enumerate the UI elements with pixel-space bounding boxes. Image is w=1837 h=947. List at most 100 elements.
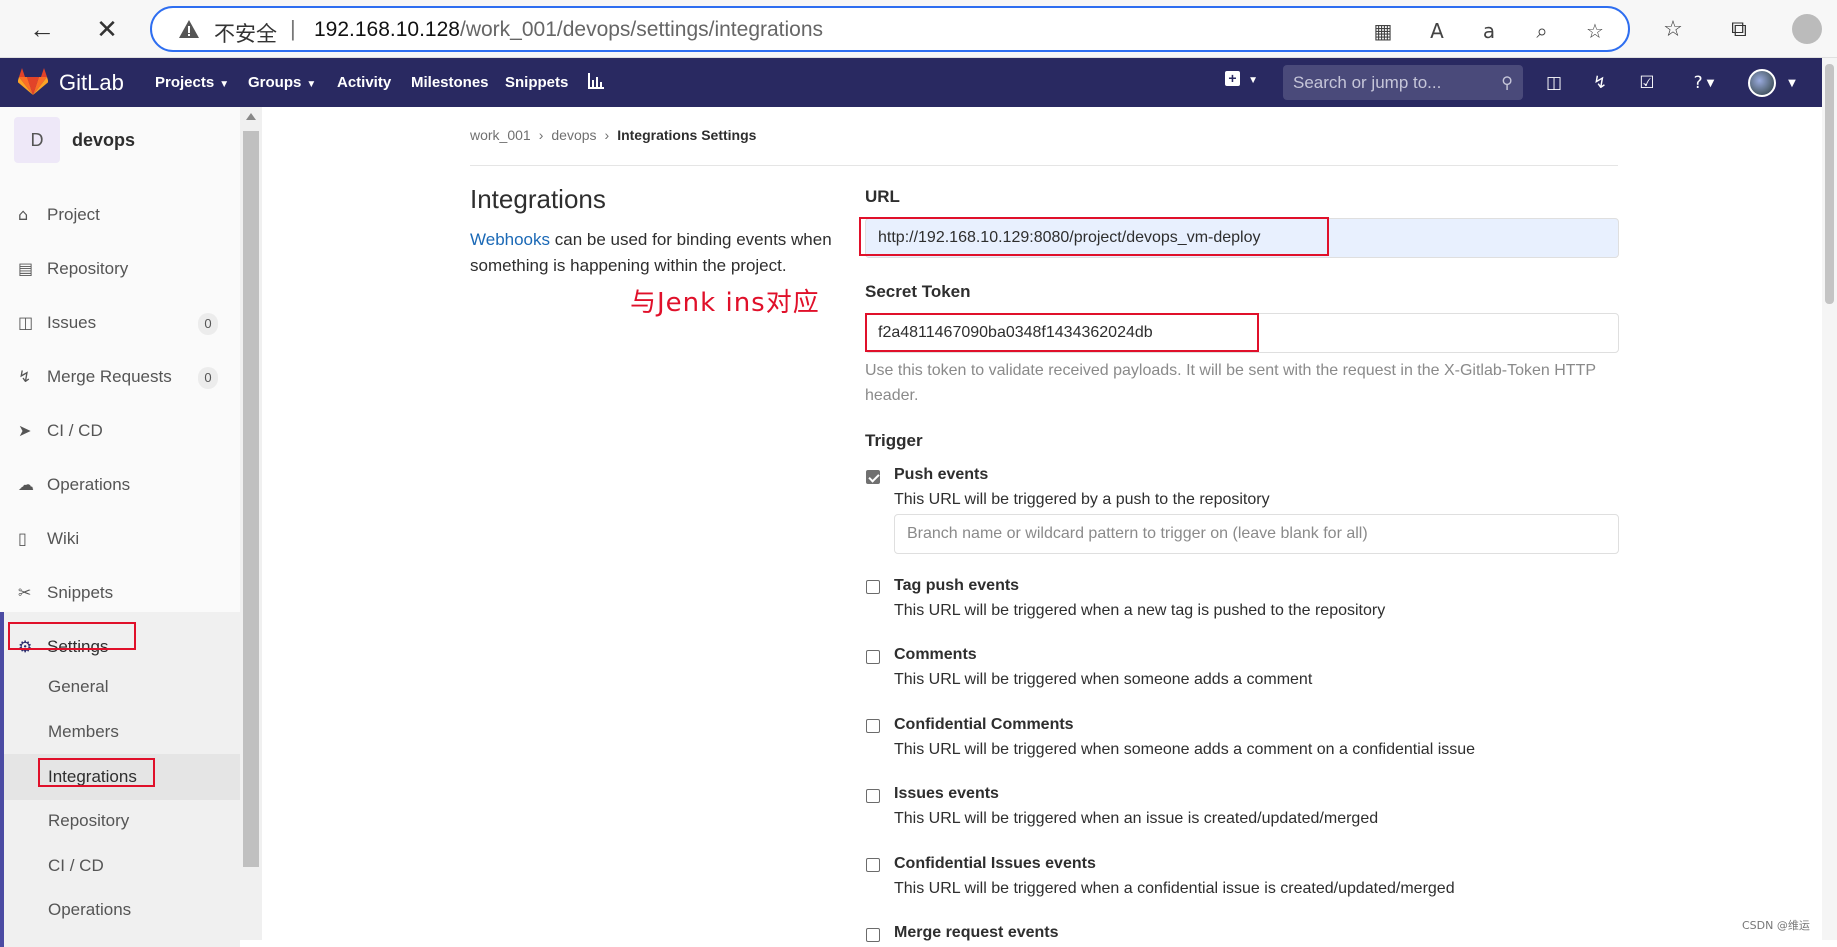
comments-checkbox[interactable] — [866, 650, 880, 664]
doc-icon: ▤ — [18, 259, 34, 278]
divider — [470, 165, 1618, 166]
nav-milestones[interactable]: Milestones — [411, 74, 489, 91]
sidebar-sub-repository[interactable]: Repository — [48, 811, 129, 831]
confidential-comments-checkbox[interactable] — [866, 719, 880, 733]
project-avatar[interactable]: D — [14, 117, 60, 163]
highlight-box-token — [865, 313, 1259, 352]
trigger-desc: This URL will be triggered when someone … — [894, 741, 1476, 758]
warning-icon[interactable] — [178, 18, 200, 40]
sidebar-scrollbar[interactable] — [240, 107, 262, 940]
back-arrow-icon[interactable]: ← — [25, 12, 59, 46]
trigger-name: Confidential Issues events — [894, 855, 1096, 872]
page-scroll-thumb[interactable] — [1825, 64, 1834, 304]
page-scrollbar[interactable] — [1822, 58, 1837, 940]
trigger-name: Confidential Comments — [894, 716, 1074, 733]
trigger-desc: This URL will be triggered when a confid… — [894, 880, 1455, 897]
issues-events-checkbox[interactable] — [866, 789, 880, 803]
book-icon: ▯ — [18, 529, 27, 548]
watermark: CSDN @维运 — [1742, 919, 1810, 932]
url-host: 192.168.10.128 — [314, 18, 460, 41]
highlight-box-integrations — [38, 758, 155, 787]
user-avatar[interactable] — [1748, 69, 1776, 97]
nav-activity[interactable]: Activity — [337, 74, 391, 91]
todo-icon[interactable]: ☑ — [1635, 71, 1659, 95]
merge-count-badge: 0 — [198, 367, 218, 389]
sidebar-item-snippets[interactable]: ✂ Snippets — [0, 573, 240, 613]
breadcrumb: work_001 › devops › Integrations Settings — [470, 127, 757, 143]
nav-groups[interactable]: Groups ▼ — [248, 74, 316, 91]
chevron-down-icon[interactable]: ▼ — [1780, 71, 1804, 95]
section-description: Webhooks can be used for binding events … — [470, 230, 832, 275]
rocket-icon: ➤ — [18, 421, 32, 440]
trigger-name: Push events — [894, 466, 989, 483]
sidebar: D devops ⌂ Project ▤ Repository ◫ Issues… — [0, 107, 262, 947]
search-icon: ⚲ — [1501, 75, 1513, 92]
page-title: Integrations — [470, 184, 606, 214]
breadcrumb-current[interactable]: Integrations Settings — [617, 127, 756, 143]
translate-icon[interactable]: a — [1476, 18, 1502, 44]
sidebar-item-merge-requests[interactable]: ↯ Merge Requests 0 — [0, 357, 240, 397]
profile-icon[interactable] — [1792, 14, 1822, 44]
sidebar-item-issues[interactable]: ◫ Issues 0 — [0, 303, 240, 343]
home-icon: ⌂ — [18, 205, 29, 224]
trigger-desc: This URL will be triggered when a new ta… — [894, 602, 1386, 619]
webhooks-link[interactable]: Webhooks — [470, 230, 550, 249]
trigger-desc: This URL will be triggered by a push to … — [894, 491, 1270, 508]
chart-icon[interactable] — [586, 71, 606, 91]
gitlab-brand[interactable]: GitLab — [59, 70, 124, 96]
sidebar-sub-members[interactable]: Members — [48, 722, 119, 742]
insecure-label: 不安全 — [214, 22, 277, 46]
nav-snippets[interactable]: Snippets — [505, 74, 568, 91]
issues-icon[interactable]: ◫ — [1542, 71, 1566, 95]
sidebar-scroll-thumb[interactable] — [243, 131, 259, 867]
tag-push-events-checkbox[interactable] — [866, 580, 880, 594]
address-separator: | — [290, 16, 296, 41]
merge-icon: ↯ — [18, 367, 32, 386]
close-icon[interactable]: ✕ — [90, 12, 124, 46]
trigger-name: Comments — [894, 646, 977, 663]
branch-filter-input[interactable]: Branch name or wildcard pattern to trigg… — [894, 514, 1619, 554]
breadcrumb-group[interactable]: work_001 — [470, 127, 531, 143]
apps-icon[interactable]: ▦ — [1370, 18, 1396, 44]
help-icon[interactable]: ? ▼ — [1684, 71, 1724, 95]
sidebar-item-project[interactable]: ⌂ Project — [0, 195, 240, 235]
url-path: /work_001/devops/settings/integrations — [459, 18, 824, 41]
sidebar-item-ci-cd[interactable]: ➤ CI / CD — [0, 411, 240, 451]
scissors-icon: ✂ — [18, 583, 32, 602]
url-label: URL — [865, 187, 900, 206]
nav-projects[interactable]: Projects ▼ — [155, 74, 229, 91]
chevron-down-icon: ▼ — [1248, 75, 1259, 86]
push-events-checkbox[interactable] — [866, 470, 880, 484]
highlight-box-settings — [8, 622, 136, 650]
trigger-label: Trigger — [865, 431, 923, 450]
new-dropdown[interactable]: + ▼ — [1225, 70, 1265, 94]
sidebar-item-operations[interactable]: ☁ Operations — [0, 465, 240, 505]
gitlab-logo-icon[interactable] — [18, 68, 48, 96]
favorites-icon[interactable]: ☆ — [1656, 12, 1690, 46]
merge-request-icon[interactable]: ↯ — [1588, 71, 1612, 95]
search-placeholder: Search or jump to... — [1293, 73, 1442, 92]
sidebar-sub-operations[interactable]: Operations — [48, 900, 131, 920]
search-input[interactable]: Search or jump to... ⚲ — [1283, 65, 1523, 100]
url-text[interactable]: 192.168.10.128/work_001/devops/settings/… — [314, 18, 823, 42]
plus-square-icon: + — [1225, 71, 1240, 86]
cloud-gear-icon: ☁ — [18, 475, 34, 494]
confidential-issues-events-checkbox[interactable] — [866, 858, 880, 872]
read-aloud-icon[interactable]: A — [1424, 18, 1450, 44]
project-name[interactable]: devops — [72, 130, 135, 151]
zoom-icon[interactable]: ⌕ — [1529, 18, 1555, 44]
breadcrumb-project[interactable]: devops — [551, 127, 596, 143]
collections-icon[interactable]: ⧉ — [1722, 12, 1756, 46]
gitlab-header: GitLab Projects ▼ Groups ▼ Activity Milest… — [0, 58, 1822, 107]
sidebar-sub-general[interactable]: General — [48, 677, 108, 697]
trigger-name: Merge request events — [894, 924, 1059, 941]
add-favorite-icon[interactable]: ☆ — [1582, 18, 1608, 44]
address-bar[interactable]: 不安全 | 192.168.10.128/work_001/devops/set… — [150, 6, 1630, 52]
sidebar-item-wiki[interactable]: ▯ Wiki — [0, 519, 240, 559]
scroll-up-arrow-icon[interactable] — [246, 113, 256, 120]
sidebar-item-repository[interactable]: ▤ Repository — [0, 249, 240, 289]
annotation-text: 与Jenk ins对应 — [630, 288, 820, 318]
sidebar-sub-ci-cd[interactable]: CI / CD — [48, 856, 104, 876]
trigger-desc: This URL will be triggered when an issue… — [894, 810, 1379, 827]
trigger-desc: This URL will be triggered when someone … — [894, 671, 1313, 688]
